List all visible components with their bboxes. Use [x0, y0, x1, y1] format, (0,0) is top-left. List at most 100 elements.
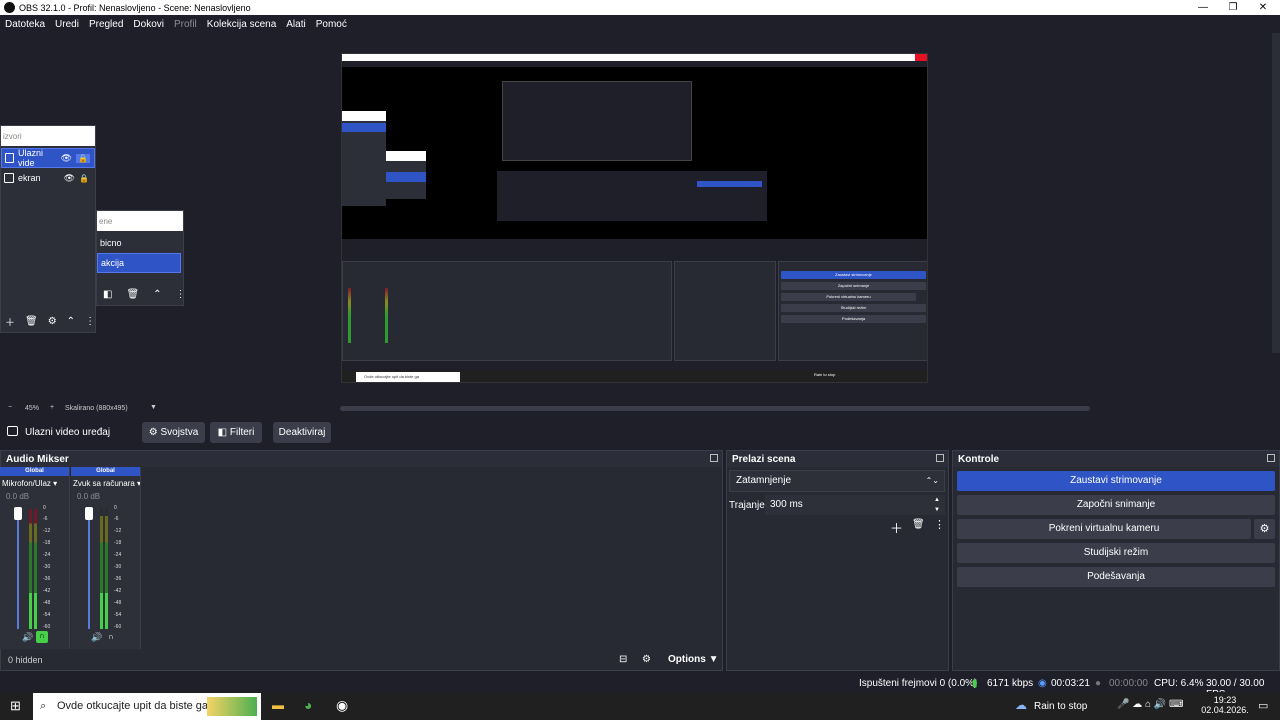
scale-select[interactable]: Skalirano (880x495)	[65, 405, 128, 412]
scene-label: akcija	[101, 258, 125, 268]
options-button[interactable]: Options ▼	[663, 651, 721, 669]
zoom-value: 45%	[25, 405, 40, 412]
filter-icon[interactable]: ◧	[103, 289, 112, 300]
zoom-in-button[interactable]: +	[50, 404, 54, 411]
menu-view[interactable]: Pregled	[84, 19, 128, 30]
trash-icon[interactable]: 🗑	[126, 289, 139, 300]
headphones-icon[interactable]: ∩	[108, 632, 114, 641]
db-scale-60: -60	[43, 624, 51, 630]
lock-icon[interactable]: 🔒	[79, 174, 89, 183]
more-icon[interactable]: ⋮	[85, 316, 95, 327]
more-icon[interactable]: ⋮	[176, 289, 186, 300]
notification-icon[interactable]: ▭	[1258, 699, 1268, 712]
filters-button[interactable]: ◧ Filteri	[210, 422, 262, 443]
duration-label: Trajanje	[729, 500, 765, 511]
undock-icon[interactable]	[710, 454, 718, 462]
volume-slider-track[interactable]	[17, 509, 19, 629]
gear-icon[interactable]: ⚙	[642, 654, 651, 665]
chevron-down-icon[interactable]: ▾	[53, 479, 57, 488]
studio-mode-button[interactable]: Studijski režim	[957, 543, 1275, 563]
menu-file[interactable]: Datoteka	[0, 19, 50, 30]
close-button[interactable]: ✕	[1249, 0, 1277, 15]
nested-dock-area: Zaustavi strimovanje Započni snimanje Po…	[342, 239, 927, 382]
record-time: 00:00:00	[1109, 678, 1148, 689]
active-source-label: Ulazni video uređaj	[25, 427, 111, 438]
source-item-screen[interactable]: ekran 👁 🔒	[1, 168, 95, 188]
volume-slider-track[interactable]	[88, 509, 90, 629]
tray-icons[interactable]: 🎤 ☁ ⌂ 🔊 ⌨	[1117, 699, 1184, 710]
obs-taskbar-icon[interactable]: ◉	[336, 697, 348, 714]
properties-button[interactable]: ⚙ Svojstva	[142, 422, 205, 443]
channel-name[interactable]: Mikrofon/Ulaz ▾	[0, 476, 69, 490]
scene-item[interactable]: bicno	[97, 233, 183, 253]
stop-streaming-button[interactable]: Zaustavi strimovanje	[957, 471, 1275, 491]
zoom-bar: − 45% + Skalirano (880x495) ▼	[0, 401, 1280, 416]
chrome-icon[interactable]: ◕	[304, 697, 312, 713]
menu-edit[interactable]: Uredi	[50, 19, 84, 30]
speaker-icon[interactable]: 🔊	[91, 632, 102, 643]
layout-icon[interactable]: ⊟	[619, 654, 627, 665]
menu-docks[interactable]: Dokovi	[128, 19, 169, 30]
trash-icon[interactable]: 🗑	[912, 519, 925, 530]
monitor-icon	[4, 173, 14, 183]
stream-time: 00:03:21	[1051, 678, 1090, 689]
chevron-up-icon[interactable]: ⌃	[153, 289, 161, 300]
windows-start-icon[interactable]: ⊞	[10, 698, 21, 714]
nested-inner-capture	[497, 76, 767, 231]
preview-hscroll[interactable]	[340, 406, 1090, 411]
headphones-icon[interactable]: ∩	[36, 631, 48, 643]
menu-scene-collection[interactable]: Kolekcija scena	[202, 19, 281, 30]
scene-item-selected[interactable]: akcija	[97, 253, 181, 273]
trash-icon[interactable]: 🗑	[25, 316, 38, 327]
menu-tools[interactable]: Alati	[281, 19, 310, 30]
volume-slider-handle[interactable]	[14, 507, 22, 520]
gear-icon[interactable]: ⚙	[1254, 519, 1275, 539]
nested-weather: Rain to stop	[814, 372, 836, 377]
db-scale-0: 0	[43, 505, 46, 511]
file-explorer-icon[interactable]: ▬	[272, 698, 284, 712]
scenes-dock: ene bicno akcija ◧ 🗑 ⌃ ⋮	[96, 210, 186, 306]
maximize-button[interactable]: ❐	[1219, 0, 1247, 15]
more-icon[interactable]: ⋮	[934, 518, 945, 531]
gear-icon[interactable]: ⚙	[48, 316, 57, 327]
menu-profile[interactable]: Profil	[169, 19, 202, 30]
menu-help[interactable]: Pomoć	[311, 19, 352, 30]
speaker-icon[interactable]: 🔊	[22, 632, 33, 643]
eye-icon[interactable]: 👁	[61, 153, 72, 164]
nested-audio-mixer	[342, 261, 672, 361]
preview-vscroll[interactable]	[1272, 33, 1280, 353]
db-scale-48: -48	[114, 600, 122, 606]
deactivate-button[interactable]: Deaktiviraj	[273, 422, 331, 443]
minimize-button[interactable]: —	[1189, 0, 1217, 15]
window-title: OBS 32.1.0 - Profil: Nenaslovljeno - Sce…	[19, 2, 251, 13]
nested-studio: Studijski režim	[781, 304, 926, 312]
undock-icon[interactable]	[1267, 454, 1275, 462]
nested-sources-popup	[342, 111, 386, 206]
clock[interactable]: 19:23 02.04.2026.	[1200, 695, 1250, 715]
chevron-down-icon[interactable]: ▾	[137, 479, 140, 488]
audio-mixer-title: Audio Mikser	[6, 454, 69, 465]
channel-name[interactable]: Zvuk sa računara ▾	[71, 476, 140, 490]
chevron-down-icon[interactable]: ▼	[150, 404, 157, 411]
db-scale-60: -60	[114, 624, 122, 630]
duration-input[interactable]: 300 ms ▲ ▼	[765, 495, 945, 515]
eye-icon[interactable]: 👁	[64, 173, 75, 184]
virtual-camera-button[interactable]: Pokreni virtualnu kameru	[957, 519, 1251, 539]
properties-label: Svojstva	[160, 427, 199, 438]
volume-slider-handle[interactable]	[85, 507, 93, 520]
chevron-up-icon[interactable]: ⌃	[67, 316, 75, 327]
stepper-icon[interactable]: ▲ ▼	[934, 495, 940, 515]
weather-text[interactable]: Rain to stop	[1034, 701, 1087, 712]
record-icon: ●	[1095, 678, 1102, 689]
nested-title-bar	[342, 54, 927, 61]
source-item-video[interactable]: Ulazni vide 👁 🔒	[1, 148, 95, 168]
settings-button[interactable]: Podešavanja	[957, 567, 1275, 587]
zoom-out-button[interactable]: −	[8, 404, 12, 411]
undock-icon[interactable]	[936, 454, 944, 462]
add-icon[interactable]: ＋	[5, 314, 15, 329]
add-icon[interactable]: ＋	[890, 518, 903, 537]
taskbar-search[interactable]: ⌕ Ovde otkucajte upit da biste ga	[33, 693, 261, 720]
lock-icon[interactable]: 🔒	[76, 153, 90, 163]
start-recording-button[interactable]: Započni snimanje	[957, 495, 1275, 515]
transition-select[interactable]: Zatamnjenje ⌃⌄	[729, 470, 945, 492]
